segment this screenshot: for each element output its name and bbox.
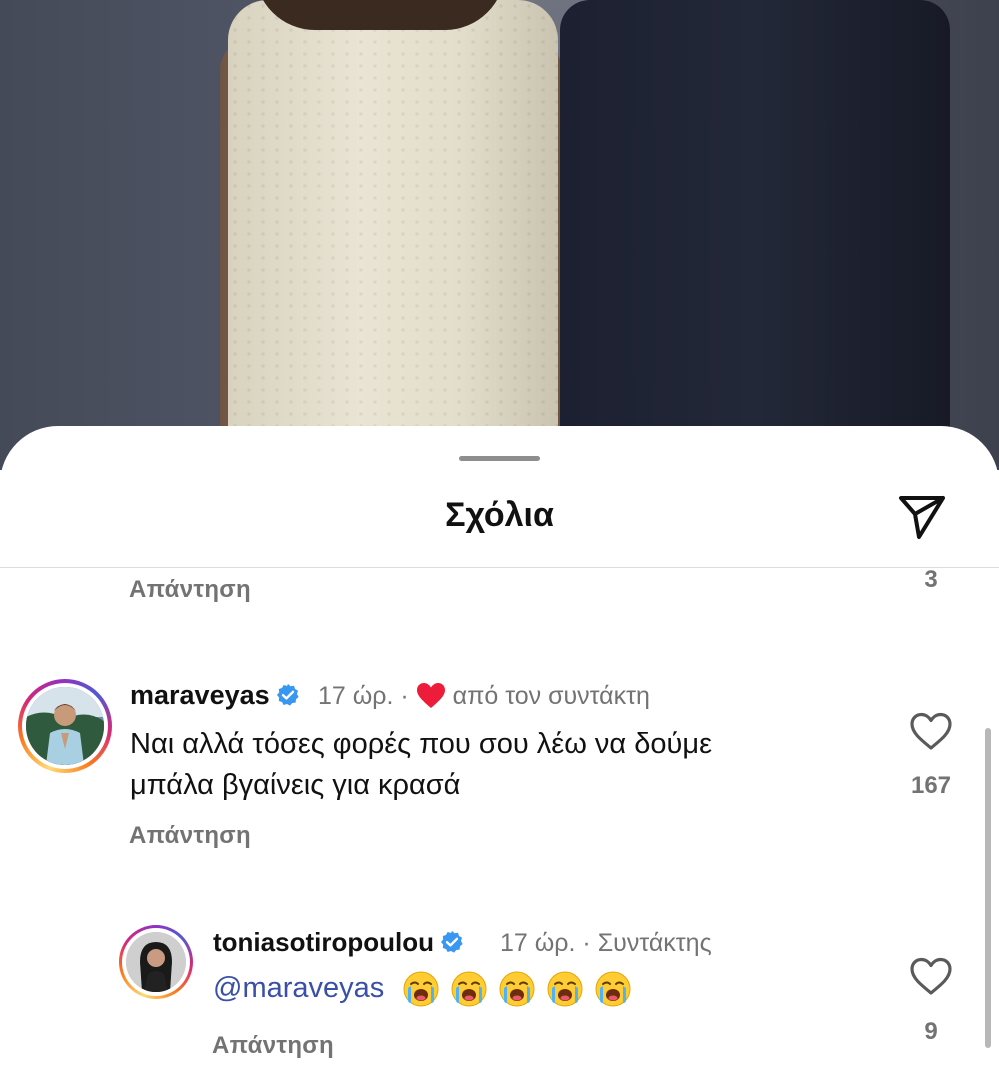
avatar bbox=[126, 932, 186, 992]
like-count: 167 bbox=[910, 772, 952, 799]
reply-button[interactable]: Απάντηση bbox=[129, 822, 251, 850]
loudly-crying-face-emoji bbox=[403, 971, 439, 1007]
photo-hair bbox=[255, 0, 505, 30]
comment-text: @maraveyas bbox=[213, 968, 632, 1009]
avatar-person-icon bbox=[26, 687, 104, 765]
post-photo bbox=[0, 0, 999, 470]
avatar-person-icon bbox=[126, 932, 186, 992]
avatar bbox=[26, 687, 104, 765]
sheet-title: Σχόλια bbox=[445, 496, 554, 534]
author-role-label: Συντάκτης bbox=[597, 929, 712, 957]
photo-dress bbox=[228, 0, 558, 470]
comment-username[interactable]: toniasotiropoulou bbox=[213, 927, 464, 958]
paper-plane-icon[interactable] bbox=[895, 489, 949, 543]
avatar-story-ring[interactable] bbox=[18, 679, 112, 773]
username-text[interactable]: maraveyas bbox=[130, 680, 270, 710]
avatar-story-ring[interactable] bbox=[119, 925, 193, 999]
comment-meta: 17 ώρ. · Συντάκτης bbox=[500, 929, 712, 958]
like-count: 9 bbox=[924, 1018, 938, 1045]
comment-text-line: μπάλα βγαίνεις για κρασά bbox=[130, 769, 461, 801]
comment-time: 17 ώρ. bbox=[500, 929, 576, 957]
loudly-crying-face-emoji bbox=[595, 971, 631, 1007]
loudly-crying-face-emoji bbox=[499, 971, 535, 1007]
meta-separator: · bbox=[582, 929, 591, 957]
meta-separator: · bbox=[400, 682, 409, 710]
heart-filled-icon bbox=[416, 682, 445, 708]
loudly-crying-face-emoji bbox=[547, 971, 583, 1007]
like-heart-icon[interactable] bbox=[909, 711, 953, 751]
loudly-crying-face-emoji bbox=[451, 971, 487, 1007]
comment-meta: 17 ώρ. · από τον συντάκτη bbox=[318, 682, 650, 711]
scrollbar[interactable] bbox=[985, 728, 991, 1048]
sheet-divider bbox=[0, 567, 999, 568]
comment-time: 17 ώρ. bbox=[318, 682, 394, 710]
verified-badge-icon bbox=[440, 931, 463, 953]
comment-username[interactable]: maraveyas bbox=[130, 680, 300, 711]
liked-by-author-label: από τον συντάκτη bbox=[452, 682, 650, 710]
emoji-row bbox=[392, 971, 632, 1007]
sheet-grabber-handle[interactable] bbox=[459, 456, 540, 461]
verified-badge-icon bbox=[276, 683, 299, 706]
like-heart-icon[interactable] bbox=[909, 956, 953, 996]
like-count: 3 bbox=[924, 566, 938, 593]
reply-button[interactable]: Απάντηση bbox=[212, 1032, 334, 1060]
comment-text-line: Ναι αλλά τόσες φορές που σου λέω να δούμ… bbox=[130, 728, 712, 760]
mention-link[interactable]: @maraveyas bbox=[213, 972, 384, 1004]
comment-text: Ναι αλλά τόσες φορές που σου λέω να δούμ… bbox=[130, 724, 712, 806]
photo-suit bbox=[560, 0, 950, 470]
reply-button[interactable]: Απάντηση bbox=[129, 576, 251, 604]
username-text[interactable]: toniasotiropoulou bbox=[213, 927, 434, 957]
